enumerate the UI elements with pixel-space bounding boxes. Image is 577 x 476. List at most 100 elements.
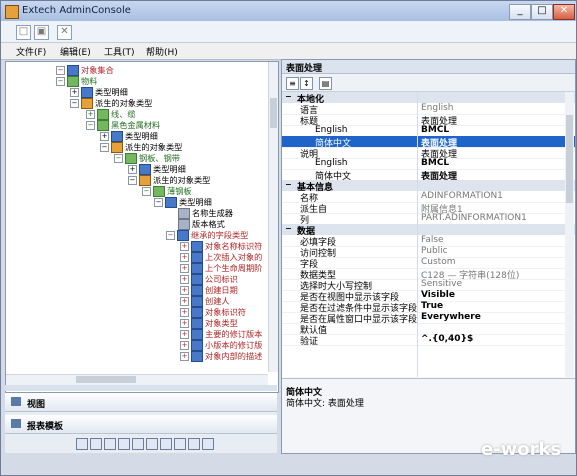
alphabetical-sort-icon[interactable]: ↕: [300, 77, 313, 90]
tree-node[interactable]: − 派生的对象类型: [70, 97, 152, 109]
tree-node[interactable]: + 对象类型: [180, 317, 238, 329]
expand-toggle-icon[interactable]: +: [128, 165, 137, 174]
expand-toggle-icon[interactable]: −: [100, 143, 109, 152]
tree-node[interactable]: − 类型明细: [154, 196, 212, 208]
folder-icon[interactable]: [104, 438, 116, 450]
tree-node[interactable]: + 小版本的修订版: [180, 339, 262, 351]
expand-toggle-icon[interactable]: −: [142, 187, 151, 196]
property-category[interactable]: − 基本信息: [282, 180, 575, 193]
view-tab[interactable]: 视图: [5, 393, 277, 412]
tree-node[interactable]: + 对象内部的描述: [180, 350, 262, 362]
tree-node[interactable]: + 线、缆: [86, 108, 136, 120]
expand-toggle-icon[interactable]: +: [180, 341, 189, 350]
collapse-icon[interactable]: −: [285, 92, 292, 101]
expand-toggle-icon[interactable]: −: [154, 198, 163, 207]
expand-toggle-icon[interactable]: +: [70, 88, 79, 97]
expand-toggle-icon[interactable]: −: [56, 66, 65, 75]
collapse-icon[interactable]: −: [285, 224, 292, 233]
tree-node-label: 类型明细: [125, 131, 158, 141]
expand-toggle-icon[interactable]: −: [128, 176, 137, 185]
description-text: 简体中文: 表面处理: [286, 399, 364, 409]
property-key: 必填字段: [300, 238, 337, 246]
expand-toggle-icon[interactable]: +: [100, 132, 109, 141]
scrollbar-thumb[interactable]: [270, 98, 277, 128]
expand-toggle-icon[interactable]: +: [180, 330, 189, 339]
tree-node[interactable]: − 对象集合: [56, 64, 114, 76]
collapse-icon[interactable]: −: [285, 180, 292, 189]
tree-node[interactable]: + 公司标识: [180, 273, 238, 285]
new-document-icon[interactable]: □: [16, 25, 31, 40]
tree-node[interactable]: + 创建人: [180, 295, 230, 307]
tree-node[interactable]: + 对象名称标识符: [180, 240, 262, 252]
expand-toggle-icon[interactable]: +: [180, 242, 189, 251]
property-panel-title: 表面处理: [286, 64, 323, 74]
tree-node[interactable]: + 对象标识符: [180, 306, 246, 318]
grid-column-divider[interactable]: [417, 92, 418, 377]
report-template-tab[interactable]: 报表模板: [5, 415, 277, 434]
tree-vertical-scrollbar[interactable]: [268, 62, 278, 372]
expand-toggle-icon[interactable]: +: [180, 319, 189, 328]
property-grid-scrollbar[interactable]: [565, 92, 574, 377]
expand-toggle-icon[interactable]: −: [86, 121, 95, 130]
expand-toggle-icon[interactable]: +: [180, 264, 189, 273]
expand-toggle-icon[interactable]: +: [180, 297, 189, 306]
maximize-button[interactable]: □: [531, 4, 553, 20]
tree-node[interactable]: + 类型明细: [100, 130, 158, 142]
expand-toggle-icon[interactable]: +: [180, 308, 189, 317]
scrollbar-thumb[interactable]: [76, 376, 136, 383]
expand-toggle-icon[interactable]: −: [70, 99, 79, 108]
property-row[interactable]: 验证 ^.{0,40}$: [282, 334, 575, 346]
tree-node-label: 版本格式: [192, 219, 225, 229]
refresh-icon[interactable]: [76, 438, 88, 450]
close-button[interactable]: ✕: [553, 4, 575, 20]
tree-node[interactable]: − 派生的对象类型: [128, 174, 210, 186]
categorized-view-icon[interactable]: ≡: [286, 77, 299, 90]
tree-node[interactable]: + 主要的修订版本: [180, 328, 262, 340]
tree-node[interactable]: + 类型明细: [128, 163, 186, 175]
panel-splitter[interactable]: [5, 385, 277, 391]
minimize-button[interactable]: _: [509, 4, 531, 20]
tree-node[interactable]: 版本格式: [178, 218, 225, 230]
tree-node[interactable]: − 钢板、钢带: [114, 152, 180, 164]
tree-node[interactable]: + 类型明细: [70, 86, 128, 98]
tree-horizontal-scrollbar[interactable]: [6, 374, 268, 385]
table-icon[interactable]: [132, 438, 144, 450]
link-icon[interactable]: [90, 438, 102, 450]
tree-node[interactable]: − 黑色金属材料: [86, 119, 160, 131]
expand-toggle-icon[interactable]: +: [86, 110, 95, 119]
menu-edit[interactable]: 编辑(E): [60, 45, 91, 58]
tree-node[interactable]: 名称生成器: [178, 207, 233, 219]
tree-node[interactable]: + 上个生命周期阶: [180, 262, 262, 274]
grid-icon[interactable]: [146, 438, 158, 450]
tree-node[interactable]: + 上次插入对象的: [180, 251, 262, 263]
expand-toggle-icon[interactable]: −: [166, 231, 175, 240]
menu-file[interactable]: 文件(F): [16, 45, 46, 58]
expand-toggle-icon[interactable]: −: [114, 154, 123, 163]
form-icon[interactable]: [188, 438, 200, 450]
delete-icon[interactable]: ✕: [57, 25, 72, 40]
tree-node[interactable]: − 物料: [56, 75, 97, 87]
property-category[interactable]: − 数据: [282, 224, 575, 237]
property-value: BMCL: [421, 158, 450, 168]
expand-toggle-icon[interactable]: +: [180, 275, 189, 284]
document-icon[interactable]: [118, 438, 130, 450]
tree-node[interactable]: + 创建日期: [180, 284, 238, 296]
expand-toggle-icon[interactable]: +: [180, 352, 189, 361]
report-template-icon: [11, 419, 21, 428]
tree-node[interactable]: − 薄钢板: [142, 185, 192, 197]
expand-toggle-icon[interactable]: +: [180, 253, 189, 262]
expand-toggle-icon[interactable]: −: [56, 77, 65, 86]
chart-icon[interactable]: [174, 438, 186, 450]
property-category[interactable]: − 本地化: [282, 92, 575, 105]
tree-node-label: 对象标识符: [205, 307, 246, 317]
scrollbar-thumb[interactable]: [566, 115, 573, 203]
tree-node[interactable]: − 继承的字段类型: [166, 229, 248, 241]
menu-help[interactable]: 帮助(H): [146, 45, 178, 58]
window-icon[interactable]: [202, 438, 214, 450]
list-icon[interactable]: [160, 438, 172, 450]
expand-toggle-icon[interactable]: +: [180, 286, 189, 295]
property-pages-icon[interactable]: ▤: [319, 77, 332, 90]
tree-node[interactable]: − 派生的对象类型: [100, 141, 182, 153]
save-icon[interactable]: ▣: [34, 25, 49, 40]
menu-tools[interactable]: 工具(T): [104, 45, 135, 58]
